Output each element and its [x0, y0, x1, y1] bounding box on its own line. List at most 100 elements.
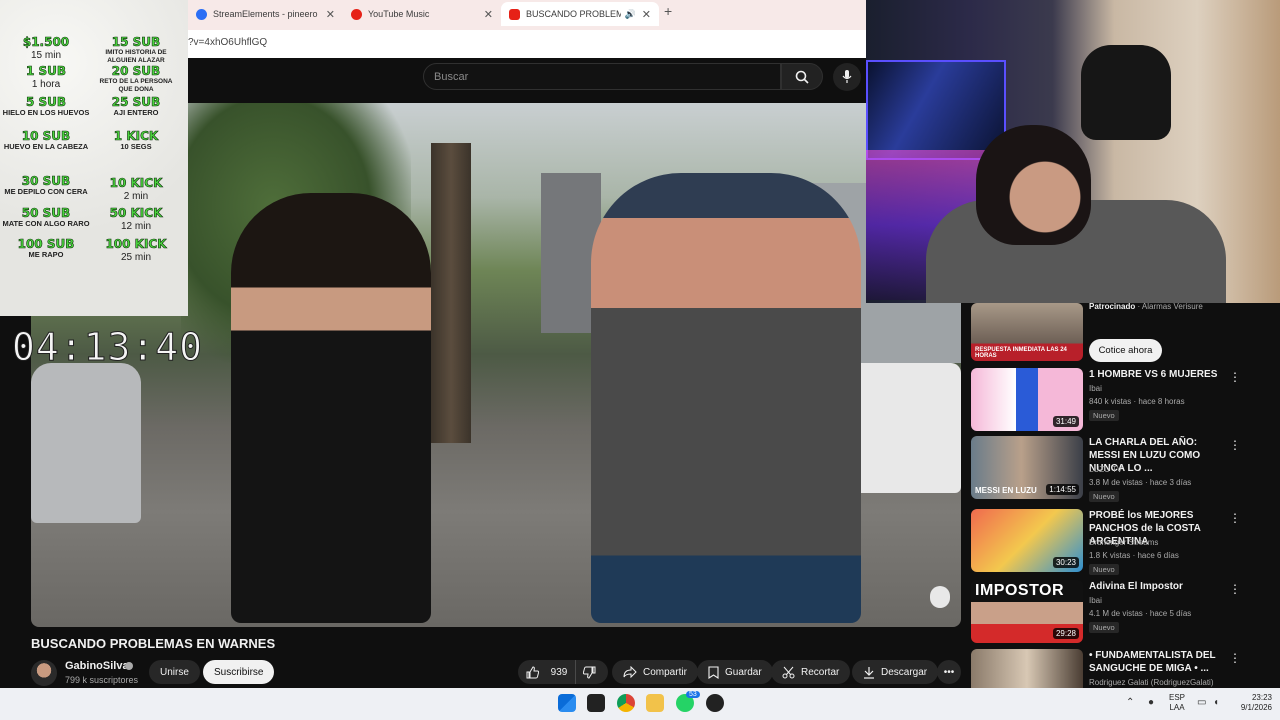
video-person-right: [591, 173, 861, 623]
address-bar[interactable]: ?v=4xhO6UhflGQ: [188, 30, 866, 58]
clock-date: 9/1/2026: [1240, 703, 1272, 712]
video-thumbnail[interactable]: [971, 649, 1083, 688]
goal-item: 15 SUB IMITO HISTORIA DE ALGUIEN ALAZAR: [105, 35, 167, 64]
subscribe-button[interactable]: Suscribirse: [203, 660, 275, 684]
video-title[interactable]: 1 HOMBRE VS 6 MUJERES: [1089, 368, 1229, 381]
video-thumbnail[interactable]: 30:23: [971, 509, 1083, 572]
video-title[interactable]: • FUNDAMENTALISTA DEL SANGUCHE DE MIGA •…: [1089, 649, 1229, 675]
video-thumbnail[interactable]: MESSI EN LUZU 1:14:55: [971, 436, 1083, 499]
task-view-icon[interactable]: [587, 694, 605, 712]
file-explorer-icon[interactable]: [646, 694, 664, 712]
thumb-text: IMPOSTOR: [975, 582, 1065, 599]
webcam-overlay: [866, 0, 1280, 303]
new-badge: Nuevo: [1089, 622, 1119, 633]
channel-name[interactable]: Rodriguez Galati (RodriguezGalati): [1089, 678, 1214, 687]
ad-thumb-text: RESPUESTA INMEDIATA LAS 24 HORAS: [975, 347, 1067, 359]
microphone-tray-icon[interactable]: ●: [1148, 697, 1154, 708]
ad-sponsor-label: Patrocinado · Alarmas Verisure: [1089, 302, 1203, 311]
channel-avatar[interactable]: [31, 660, 57, 686]
goal-item: 1 SUB 1 hora: [25, 64, 67, 90]
video-duration: 1:14:55: [1046, 484, 1079, 495]
like-count: 939: [550, 666, 568, 678]
recommended-video[interactable]: • FUNDAMENTALISTA DEL SANGUCHE DE MIGA •…: [971, 649, 1271, 688]
close-tab-icon[interactable]: ✕: [326, 8, 335, 21]
recommended-video[interactable]: 31:49 1 HOMBRE VS 6 MUJERES Ibai 840 k v…: [971, 368, 1271, 432]
tab-streamelements[interactable]: StreamElements - pineero ✕: [188, 2, 343, 26]
ad-cta-button[interactable]: Cotice ahora: [1089, 339, 1162, 362]
like-dislike-group: 939: [518, 660, 608, 684]
bookmark-icon: [708, 665, 719, 679]
goal-item: 10 SUB HUEVO EN LA CABEZA: [3, 129, 89, 151]
video-duration: 29:28: [1052, 628, 1079, 639]
save-label: Guardar: [725, 666, 762, 678]
recommended-video[interactable]: 30:23 PROBÉ los MEJORES PANCHOS de la CO…: [971, 509, 1271, 575]
channel-name[interactable]: Ibai: [1089, 384, 1102, 393]
channel-name[interactable]: Ibai: [1089, 596, 1102, 605]
sponsored-label: Patrocinado: [1089, 302, 1136, 311]
download-button[interactable]: Descargar: [852, 660, 939, 684]
ad-thumbnail[interactable]: RESPUESTA INMEDIATA LAS 24 HORAS: [971, 303, 1083, 361]
stream-timer: 04:13:40: [11, 325, 204, 370]
video-meta: 1.8 K vistas · hace 6 días: [1089, 551, 1179, 560]
search-input[interactable]: Buscar: [423, 63, 781, 90]
language-indicator[interactable]: ESP LAA: [1169, 693, 1185, 713]
more-options-icon[interactable]: ⋮: [1229, 582, 1241, 596]
network-icon[interactable]: ▭: [1197, 697, 1206, 708]
more-options-icon[interactable]: ⋮: [1229, 511, 1241, 525]
download-icon: [864, 666, 874, 679]
video-title[interactable]: Adivina El Impostor: [1089, 580, 1229, 593]
video-title: BUSCANDO PROBLEMAS EN WARNES: [31, 636, 276, 651]
clip-button[interactable]: Recortar: [771, 660, 851, 684]
goal-item: $1.500 15 min: [22, 35, 70, 61]
windows-taskbar: [0, 688, 1280, 720]
goal-item: 20 SUB RETO DE LA PERSONA QUE DONA: [99, 64, 173, 93]
video-person-left: [231, 193, 431, 623]
video-duration: 31:49: [1052, 416, 1079, 427]
obs-icon[interactable]: [706, 694, 724, 712]
speaker-icon[interactable]: 🔊: [625, 9, 636, 20]
tab-title: BUSCANDO PROBLEMAS E: [526, 9, 621, 19]
channel-name[interactable]: LUZU TV: [1089, 465, 1122, 474]
like-button[interactable]: 939: [518, 660, 576, 684]
close-tab-icon[interactable]: ✕: [642, 8, 651, 21]
tab-title: YouTube Music: [368, 9, 430, 19]
close-tab-icon[interactable]: ✕: [484, 8, 493, 21]
channel-name[interactable]: Brunenger Streams: [1089, 538, 1158, 547]
recommended-video[interactable]: MESSI EN LUZU 1:14:55 LA CHARLA DEL AÑO:…: [971, 436, 1271, 502]
search-button[interactable]: [781, 63, 823, 90]
channel-name[interactable]: GabinoSilva: [65, 660, 129, 672]
goal-item: 50 SUB MATE CON ALGO RARO: [2, 206, 90, 228]
more-options-icon[interactable]: ⋮: [1229, 370, 1241, 384]
dislike-button[interactable]: [576, 660, 608, 684]
tab-youtube-music[interactable]: YouTube Music ✕: [343, 2, 501, 26]
goal-item: 30 SUB ME DEPILO CON CERA: [4, 174, 88, 196]
new-badge: Nuevo: [1089, 491, 1119, 502]
chrome-icon[interactable]: [617, 694, 635, 712]
video-thumbnail[interactable]: 31:49: [971, 368, 1083, 431]
windows-start-icon[interactable]: [558, 694, 576, 712]
voice-search-button[interactable]: [833, 63, 861, 91]
player-overlay-icon[interactable]: [930, 586, 950, 608]
volume-icon[interactable]: ◖: [1213, 697, 1219, 708]
more-options-icon[interactable]: ⋮: [1229, 438, 1241, 452]
chevron-up-icon[interactable]: ⌃: [1126, 697, 1134, 708]
share-button[interactable]: Compartir: [612, 660, 698, 684]
new-tab-icon[interactable]: +: [664, 3, 672, 19]
goal-item: 5 SUB HIELO EN LOS HUEVOS: [2, 95, 90, 117]
recommended-video[interactable]: IMPOSTOR 29:28 Adivina El Impostor Ibai …: [971, 580, 1271, 644]
clock[interactable]: 23:23 9/1/2026: [1232, 693, 1272, 713]
more-icon: •••: [943, 666, 955, 678]
join-button[interactable]: Unirse: [149, 660, 200, 684]
stream-goals-overlay: $1.500 15 min 1 SUB 1 hora 5 SUB HIELO EN L…: [0, 0, 188, 316]
tab-youtube-video[interactable]: BUSCANDO PROBLEMAS E 🔊 ✕: [501, 2, 659, 26]
microphone-icon: [842, 70, 852, 83]
more-actions-button[interactable]: •••: [937, 660, 961, 684]
video-meta: 3.8 M de vistas · hace 3 días: [1089, 478, 1192, 487]
more-options-icon[interactable]: ⋮: [1229, 651, 1241, 665]
save-button[interactable]: Guardar: [697, 660, 773, 684]
video-thumbnail[interactable]: IMPOSTOR 29:28: [971, 580, 1083, 643]
verified-icon: [125, 662, 133, 670]
clock-time: 23:23: [1251, 693, 1272, 702]
notification-badge: 53: [686, 691, 700, 698]
new-badge: Nuevo: [1089, 410, 1119, 421]
